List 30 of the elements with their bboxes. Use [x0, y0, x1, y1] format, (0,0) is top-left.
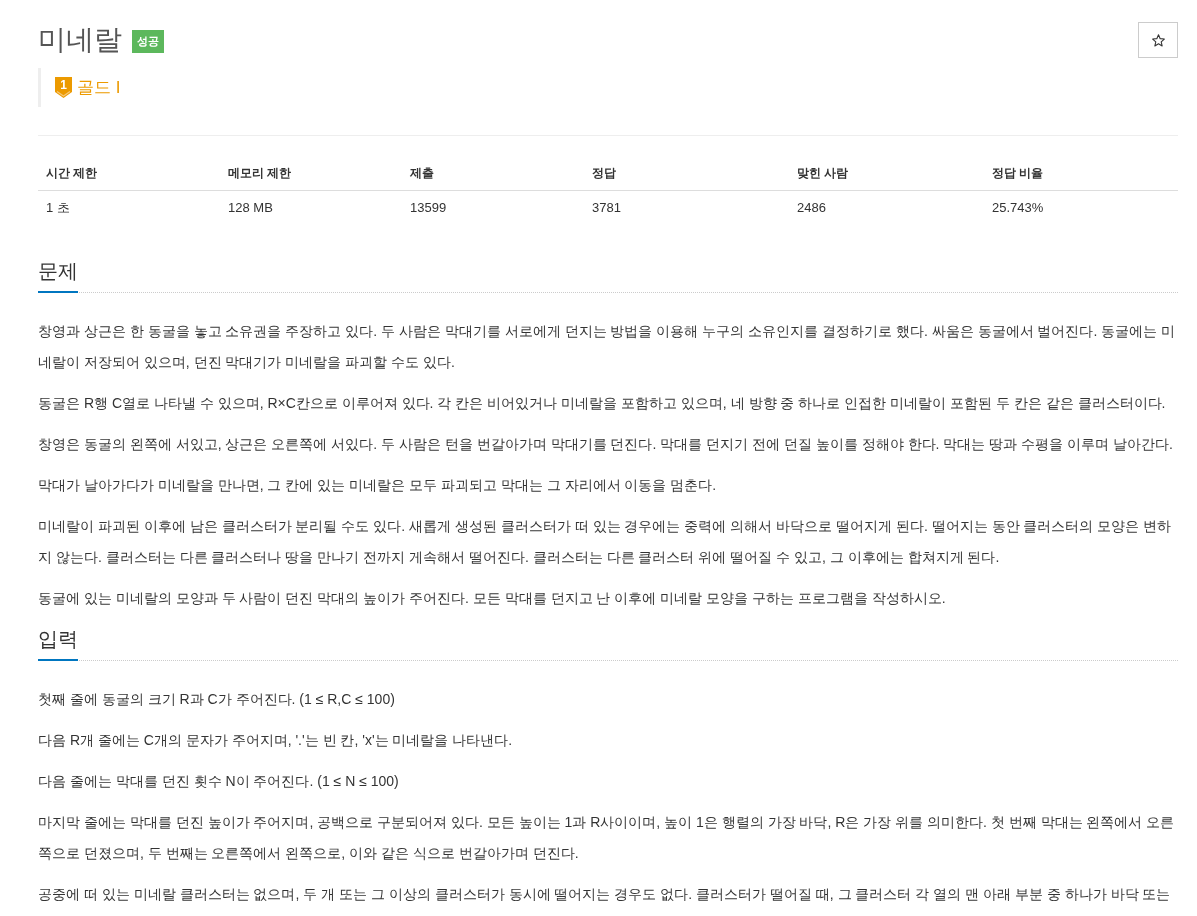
section-heading: 문제	[38, 257, 78, 293]
star-button[interactable]	[1138, 22, 1178, 58]
paragraph: 공중에 떠 있는 미네랄 클러스터는 없으며, 두 개 또는 그 이상의 클러스터가 동시에 떨어지는 경우도 없다. 클러스터가 떨어질 때, 그 클러스터 각 열의 맨 아래 부분 중 하나가 바닥 또는	[38, 885, 1172, 904]
table-header: 맞힌 사람	[796, 165, 850, 182]
tier-badge: 1	[55, 77, 72, 98]
table-cell-text: 1 초	[45, 199, 71, 217]
section-heading: 입력	[38, 625, 78, 661]
tier-label[interactable]: 골드 I	[77, 77, 121, 98]
table-cell-text: 2486	[796, 199, 827, 217]
paragraph: 동굴에 있는 미네랄의 모양과 두 사람이 던진 막대의 높이가 주어진다. 모든 막대를 던지고 난 이후에 미네랄 모양을 구하는 프로그램을 작성하시오.	[38, 589, 947, 608]
table-cell-text: 128 MB	[227, 199, 274, 217]
paragraph: 다음 R개 줄에는 C개의 문자가 주어지며, '.'는 빈 칸, 'x'는 미네랄을 나타낸다.	[38, 731, 514, 750]
result-badge: 성공	[132, 30, 164, 53]
paragraph: 마지막 줄에는 막대를 던진 높이가 주어지며, 공백으로 구분되어져 있다. 모든 높이는 1과 R사이이며, 높이 1은 행렬의 가장 바닥, R은 가장 위를 의미한다. 첫 번째 막대는 왼쪽에서 오른쪽으로 던졌으며, 두 번째는 오른쪽에서 왼쪽으로, 이와 같은 식으로 번갈아가며 던진다.	[38, 813, 1176, 863]
table-header: 정답 비율	[991, 165, 1045, 182]
paragraph: 동굴은 R행 C열로 나타낼 수 있으며, R×C칸으로 이루어져 있다. 각 칸은 비어있거나 미네랄을 포함하고 있으며, 네 방향 중 하나로 인접한 미네랄이 포함된 두 칸은 같은 클러스터이다.	[38, 394, 1167, 413]
paragraph: 창영은 동굴의 왼쪽에 서있고, 상근은 오른쪽에 서있다. 두 사람은 턴을 번갈아가며 막대기를 던진다. 막대를 던지기 전에 던질 높이를 정해야 한다. 막대는 땅과 수평을 이루며 날아간다.	[38, 435, 1174, 454]
table-cell-text: 25.743%	[991, 199, 1045, 217]
table-cell-text: 3781	[591, 199, 622, 217]
table-header: 정답	[591, 165, 617, 182]
table-header: 메모리 제한	[227, 165, 293, 182]
paragraph: 미네랄이 파괴된 이후에 남은 클러스터가 분리될 수도 있다. 새롭게 생성된 클러스터가 떠 있는 경우에는 중력에 의해서 바닥으로 떨어지게 된다. 떨어지는 동안 클러스터의 모양은 변하지 않는다. 클러스터는 다른 클러스터나 땅을 만나기 전까지 게속해서 떨어진다. 클러스터는 다른 클러스터 위에 떨어질 수 있고, 그 이후에는 합쳐지게 된다.	[38, 517, 1173, 567]
table-header: 제출	[409, 165, 435, 182]
table-cell-text: 13599	[409, 199, 448, 217]
paragraph: 첫째 줄에 동굴의 크기 R과 C가 주어진다. (1 ≤ R,C ≤ 100)	[38, 690, 396, 709]
paragraph: 막대가 날아가다가 미네랄을 만나면, 그 칸에 있는 미네랄은 모두 파괴되고 막대는 그 자리에서 이동을 멈춘다.	[38, 476, 718, 495]
paragraph: 다음 줄에는 막대를 던진 횟수 N이 주어진다. (1 ≤ N ≤ 100)	[38, 772, 400, 791]
table-header: 시간 제한	[45, 165, 99, 182]
problem-title: 미네랄	[38, 23, 122, 57]
paragraph: 창영과 상근은 한 동굴을 놓고 소유권을 주장하고 있다. 두 사람은 막대기를 서로에게 던지는 방법을 이용해 누구의 소유인지를 결정하기로 했다. 싸움은 동굴에서 벌어진다. 동굴에는 미네랄이 저장되어 있으며, 던진 막대기가 미네랄을 파괴할 수도 있다.	[38, 322, 1177, 372]
